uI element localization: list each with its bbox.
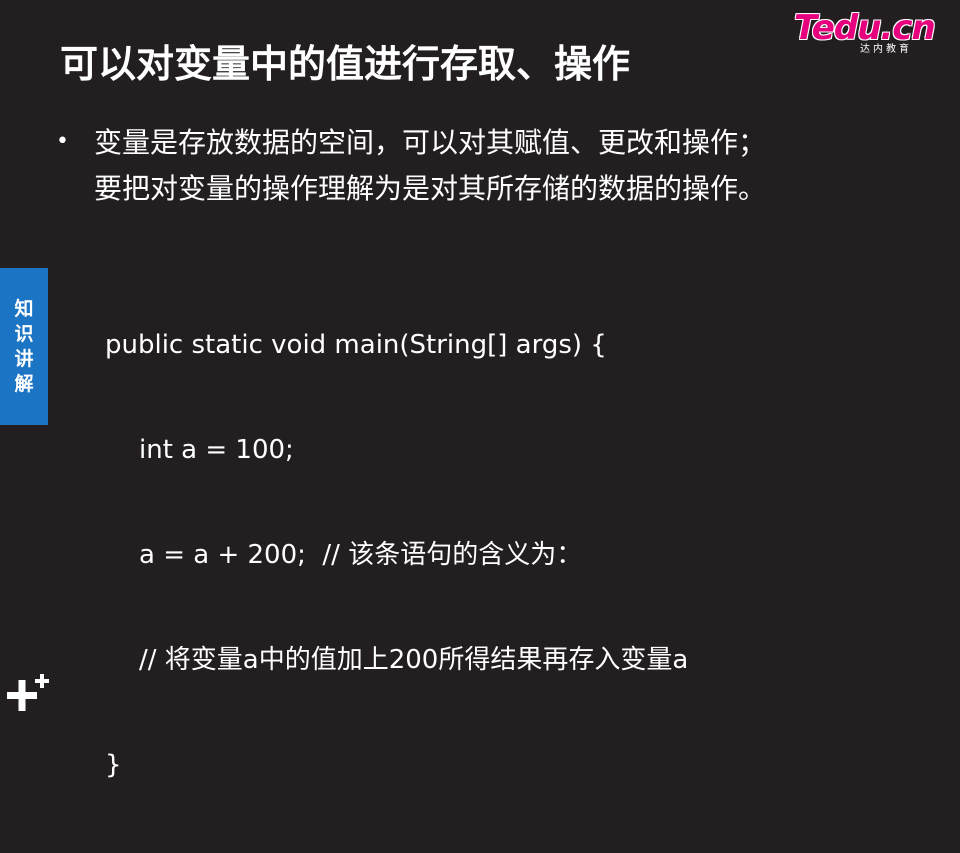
code-line-3: a = a + 200; // 该条语句的含义为： [139, 540, 583, 570]
code-line-1: public static void main(String[] args) { [105, 330, 607, 360]
logo-subtitle: 达内教育 [860, 44, 912, 55]
tab-char-1: 知 [14, 297, 34, 320]
code-line-5: } [105, 750, 122, 780]
plus-icon [7, 674, 49, 711]
code-line-2: int a = 100; [139, 435, 294, 465]
bullet-line-1: 变量是存放数据的空间，可以对其赋值、更改和操作； [94, 126, 767, 159]
slide: Tedu.cn 达内教育 可以对变量中的值进行存取、操作 • 变量是存放数据的空… [0, 0, 960, 780]
tedu-logo: Tedu.cn 达内教育 [794, 8, 936, 60]
code-line-4: // 将变量a中的值加上200所得结果再存入变量a [139, 645, 689, 675]
code-block: public static void main(String[] args) {… [105, 258, 688, 853]
bullet-item: 变量是存放数据的空间，可以对其赋值、更改和操作； 要把对变量的操作理解为是对其所… [94, 120, 766, 212]
slide-title: 可以对变量中的值进行存取、操作 [60, 42, 631, 86]
knowledge-tab: 知 识 讲 解 [0, 268, 48, 425]
tab-char-2: 识 [14, 322, 34, 345]
tab-char-4: 解 [14, 372, 34, 395]
bullet-marker: • [56, 129, 69, 154]
tab-char-3: 讲 [14, 347, 34, 370]
logo-brand: Tedu.cn [794, 8, 936, 48]
bullet-line-2: 要把对变量的操作理解为是对其所存储的数据的操作。 [94, 172, 767, 205]
